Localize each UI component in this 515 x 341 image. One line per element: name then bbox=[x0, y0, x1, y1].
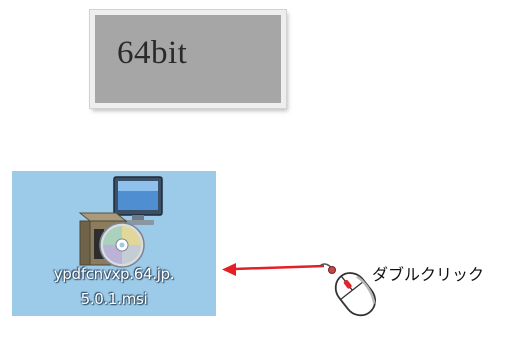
file-name-line-1: ypdfcnvxp.64.jp. bbox=[53, 265, 175, 283]
file-name-line-2: 5.0.1.msi bbox=[80, 290, 148, 308]
installer-file[interactable]: ypdfcnvxp.64.jp. 5.0.1.msi bbox=[12, 171, 216, 316]
bitness-label: 64bit bbox=[117, 35, 188, 71]
double-click-label: ダブルクリック bbox=[372, 265, 485, 284]
bitness-badge: 64bit bbox=[90, 10, 286, 108]
left-arrow-icon bbox=[222, 263, 325, 276]
installer-package-icon bbox=[78, 176, 163, 268]
